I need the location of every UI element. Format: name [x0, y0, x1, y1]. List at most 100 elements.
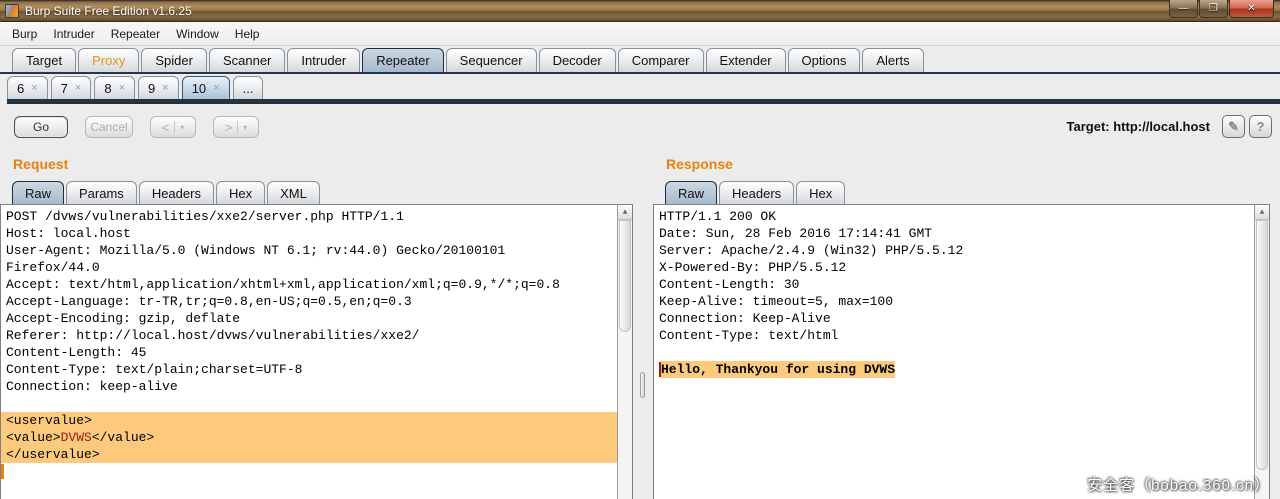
- scrollbar-thumb[interactable]: [1256, 220, 1268, 470]
- tab-proxy[interactable]: Proxy: [78, 48, 139, 72]
- menu-burp[interactable]: Burp: [4, 24, 45, 44]
- request-tab-params[interactable]: Params: [66, 181, 137, 204]
- request-line: Content-Length: 45: [1, 344, 617, 361]
- close-tab-icon[interactable]: ×: [213, 82, 219, 94]
- window-title: Burp Suite Free Edition v1.6.25: [25, 4, 192, 18]
- request-line: Host: local.host: [1, 225, 617, 242]
- tab-alerts[interactable]: Alerts: [862, 48, 923, 72]
- request-line: Firefox/44.0: [1, 259, 617, 276]
- scrollbar-thumb[interactable]: [619, 220, 631, 332]
- response-line: Connection: Keep-Alive: [654, 310, 1254, 327]
- request-body-line: <value>DVWS</value>: [1, 429, 617, 446]
- response-tab-headers[interactable]: Headers: [719, 181, 794, 204]
- response-line: X-Powered-By: PHP/5.5.12: [654, 259, 1254, 276]
- close-button[interactable]: ✕: [1229, 0, 1274, 18]
- tab-comparer[interactable]: Comparer: [618, 48, 704, 72]
- target-host-label: Target: http://local.host: [1067, 119, 1210, 134]
- burp-logo-icon: [5, 4, 19, 18]
- response-title: Response: [653, 150, 1270, 179]
- cancel-button: Cancel: [85, 116, 133, 138]
- response-body-line: Hello, Thankyou for using DVWS: [654, 361, 1254, 378]
- target-zone: Target: http://local.host ✎ ?: [1067, 115, 1272, 138]
- title-bar: Burp Suite Free Edition v1.6.25 — ❐ ✕: [0, 0, 1280, 22]
- tab-spider[interactable]: Spider: [141, 48, 207, 72]
- pencil-icon: ✎: [1228, 119, 1239, 135]
- message-panes: Request Raw Params Headers Hex XML POST …: [0, 150, 1280, 499]
- request-scrollbar[interactable]: ▲: [617, 205, 632, 499]
- chevron-down-icon: ▾: [243, 123, 247, 132]
- pane-divider[interactable]: [633, 150, 653, 499]
- request-line: Content-Type: text/plain;charset=UTF-8: [1, 361, 617, 378]
- menu-repeater[interactable]: Repeater: [103, 24, 168, 44]
- response-line: Date: Sun, 28 Feb 2016 17:14:41 GMT: [654, 225, 1254, 242]
- prev-request-button: < ▾: [150, 116, 196, 138]
- tab-target[interactable]: Target: [12, 48, 76, 72]
- close-tab-icon[interactable]: ×: [162, 82, 168, 94]
- request-line: Accept-Language: tr-TR,tr;q=0.8,en-US;q=…: [1, 293, 617, 310]
- edit-target-button[interactable]: ✎: [1222, 115, 1245, 138]
- response-scrollbar[interactable]: ▲: [1254, 205, 1269, 499]
- response-line: Server: Apache/2.4.9 (Win32) PHP/5.5.12: [654, 242, 1254, 259]
- response-editor[interactable]: HTTP/1.1 200 OK Date: Sun, 28 Feb 2016 1…: [653, 204, 1270, 499]
- menu-window[interactable]: Window: [168, 24, 227, 44]
- divider-grip-handle[interactable]: [640, 372, 645, 398]
- response-line: Content-Type: text/html: [654, 327, 1254, 344]
- main-tab-bar: Target Proxy Spider Scanner Intruder Rep…: [0, 46, 1280, 74]
- response-tab-bar: Raw Headers Hex: [653, 179, 1270, 204]
- repeater-tab-more[interactable]: ...: [233, 76, 264, 99]
- request-tab-hex[interactable]: Hex: [216, 181, 265, 204]
- request-editor[interactable]: POST /dvws/vulnerabilities/xxe2/server.p…: [0, 204, 633, 499]
- scroll-up-icon[interactable]: ▲: [1255, 205, 1269, 220]
- tab-repeater[interactable]: Repeater: [362, 48, 443, 72]
- response-line: Content-Length: 30: [654, 276, 1254, 293]
- next-request-button: > ▾: [213, 116, 259, 138]
- tab-intruder[interactable]: Intruder: [287, 48, 360, 72]
- repeater-tab-7[interactable]: 7×: [51, 76, 92, 99]
- maximize-button[interactable]: ❐: [1199, 0, 1228, 18]
- response-tab-hex[interactable]: Hex: [796, 181, 845, 204]
- repeater-tab-8[interactable]: 8×: [94, 76, 135, 99]
- request-line: Referer: http://local.host/dvws/vulnerab…: [1, 327, 617, 344]
- request-line: Accept-Encoding: gzip, deflate: [1, 310, 617, 327]
- tab-decoder[interactable]: Decoder: [539, 48, 616, 72]
- response-blank-line: [654, 344, 1254, 361]
- request-pane: Request Raw Params Headers Hex XML POST …: [0, 150, 633, 499]
- xml-value: DVWS: [61, 430, 92, 445]
- help-button[interactable]: ?: [1249, 115, 1272, 138]
- response-line: HTTP/1.1 200 OK: [654, 208, 1254, 225]
- close-tab-icon[interactable]: ×: [75, 82, 81, 94]
- tab-sequencer[interactable]: Sequencer: [446, 48, 537, 72]
- request-body-line: <uservalue>: [1, 412, 617, 429]
- menu-bar: Burp Intruder Repeater Window Help: [0, 22, 1280, 46]
- repeater-toolbar: Go Cancel < ▾ > ▾ Target: http://local.h…: [0, 104, 1280, 150]
- response-pane: Response Raw Headers Hex HTTP/1.1 200 OK…: [653, 150, 1270, 499]
- request-body-line: </uservalue>: [1, 446, 617, 463]
- scroll-up-icon[interactable]: ▲: [618, 205, 632, 220]
- repeater-tab-bar: 6× 7× 8× 9× 10× ...: [0, 74, 1280, 104]
- request-tab-raw[interactable]: Raw: [12, 181, 64, 204]
- menu-help[interactable]: Help: [227, 24, 268, 44]
- request-title: Request: [0, 150, 633, 179]
- tab-extender[interactable]: Extender: [706, 48, 786, 72]
- response-tab-raw[interactable]: Raw: [665, 181, 717, 204]
- go-button[interactable]: Go: [14, 116, 68, 138]
- request-tab-headers[interactable]: Headers: [139, 181, 214, 204]
- minimize-button[interactable]: —: [1169, 0, 1198, 18]
- repeater-tab-9[interactable]: 9×: [138, 76, 179, 99]
- request-line: User-Agent: Mozilla/5.0 (Windows NT 6.1;…: [1, 242, 617, 259]
- response-line: Keep-Alive: timeout=5, max=100: [654, 293, 1254, 310]
- menu-intruder[interactable]: Intruder: [45, 24, 102, 44]
- request-line: Accept: text/html,application/xhtml+xml,…: [1, 276, 617, 293]
- close-tab-icon[interactable]: ×: [31, 82, 37, 94]
- repeater-tab-6[interactable]: 6×: [7, 76, 48, 99]
- repeater-tab-10[interactable]: 10×: [182, 76, 230, 99]
- watermark: 安全客（bobao.360.cn）: [1087, 474, 1270, 495]
- request-line: Connection: keep-alive: [1, 378, 617, 395]
- request-tab-xml[interactable]: XML: [267, 181, 320, 204]
- tab-scanner[interactable]: Scanner: [209, 48, 285, 72]
- request-line: POST /dvws/vulnerabilities/xxe2/server.p…: [1, 208, 617, 225]
- window-controls: — ❐ ✕: [1168, 0, 1274, 18]
- close-tab-icon[interactable]: ×: [119, 82, 125, 94]
- text-cursor: [1, 463, 617, 480]
- tab-options[interactable]: Options: [788, 48, 861, 72]
